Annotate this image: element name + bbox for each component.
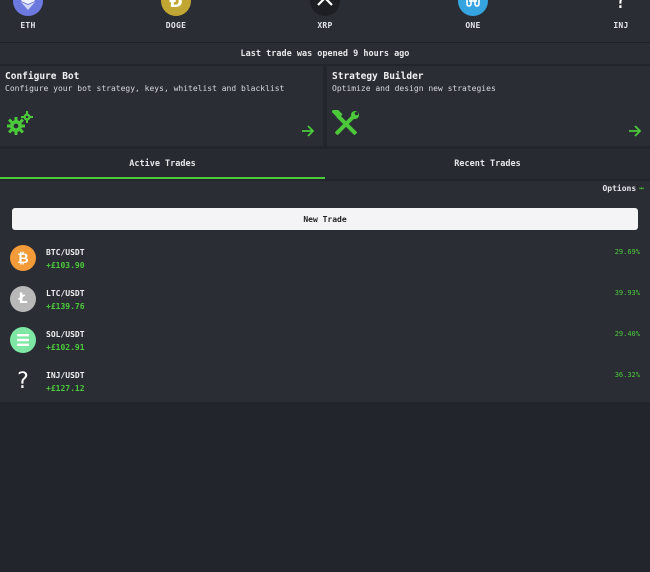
tab-recent-trades[interactable]: Recent Trades xyxy=(325,149,650,179)
trade-row[interactable]: SOL/USDT +£102.91 29.40% xyxy=(0,324,650,362)
more-dots-icon: ⋯ xyxy=(639,184,644,193)
gears-icon xyxy=(7,111,33,135)
coin-label: DOGE xyxy=(165,21,187,30)
trade-row[interactable]: ? INJ/USDT +£127.12 36.32% xyxy=(0,365,650,403)
trade-pair: SOL/USDT xyxy=(46,330,85,339)
configure-bot-card[interactable]: Configure Bot Configure your bot strateg… xyxy=(0,66,323,146)
coin-strip: ETH Ð DOGE XRP ONE ? INJ xyxy=(0,0,650,42)
new-trade-button[interactable]: New Trade xyxy=(12,208,638,230)
card-description: Optimize and design new strategies xyxy=(332,84,496,93)
trade-row[interactable]: Ł LTC/USDT +£139.76 39.93% xyxy=(0,283,650,321)
trade-pair: INJ/USDT xyxy=(46,371,85,380)
trade-pair: LTC/USDT xyxy=(46,289,85,298)
coin-doge[interactable]: Ð DOGE xyxy=(146,0,206,30)
trade-percent: 29.69% xyxy=(614,248,640,256)
tools-icon xyxy=(332,110,359,135)
arrow-right-icon[interactable] xyxy=(628,124,642,138)
trade-percent: 29.40% xyxy=(614,330,640,338)
bitcoin-icon: ₿ xyxy=(10,245,36,271)
options-row: Options ⋯ xyxy=(0,181,650,197)
trade-row[interactable]: ₿ BTC/USDT +£103.90 29.69% xyxy=(0,242,650,280)
arrow-right-icon[interactable] xyxy=(301,124,315,138)
litecoin-icon: Ł xyxy=(10,286,36,312)
card-title: Configure Bot xyxy=(5,71,80,82)
tab-active-trades[interactable]: Active Trades xyxy=(0,149,325,179)
eth-icon xyxy=(13,0,43,16)
coin-one[interactable]: ONE xyxy=(443,0,503,30)
coin-eth[interactable]: ETH xyxy=(0,0,58,30)
doge-icon: Ð xyxy=(161,0,191,16)
card-description: Configure your bot strategy, keys, white… xyxy=(5,84,285,93)
trade-pair: BTC/USDT xyxy=(46,248,85,257)
question-icon: ? xyxy=(17,368,29,394)
options-menu[interactable]: Options ⋯ xyxy=(602,184,644,193)
last-trade-banner: Last trade was opened 9 hours ago xyxy=(0,42,650,64)
coin-label: ONE xyxy=(465,21,481,30)
options-label: Options xyxy=(602,184,637,193)
coin-inj[interactable]: ? INJ xyxy=(591,0,650,30)
coin-label: INJ xyxy=(613,21,629,30)
harmony-one-icon xyxy=(458,0,488,16)
coin-label: XRP xyxy=(317,21,333,30)
xrp-icon xyxy=(310,0,340,16)
coin-label: ETH xyxy=(20,21,36,30)
trade-profit: +£103.90 xyxy=(46,261,85,270)
trade-profit: +£127.12 xyxy=(46,384,85,393)
coin-xrp[interactable]: XRP xyxy=(295,0,355,30)
trade-profit: +£102.91 xyxy=(46,343,85,352)
trades-tabs: Active Trades Recent Trades xyxy=(0,149,650,179)
trade-percent: 36.32% xyxy=(614,371,640,379)
trade-percent: 39.93% xyxy=(614,289,640,297)
strategy-builder-card[interactable]: Strategy Builder Optimize and design new… xyxy=(327,66,650,146)
question-icon: ? xyxy=(615,0,627,14)
solana-icon xyxy=(10,327,36,353)
trade-profit: +£139.76 xyxy=(46,302,85,311)
active-trades-panel: New Trade ₿ BTC/USDT +£103.90 29.69% Ł L… xyxy=(0,197,650,402)
card-title: Strategy Builder xyxy=(332,71,424,82)
